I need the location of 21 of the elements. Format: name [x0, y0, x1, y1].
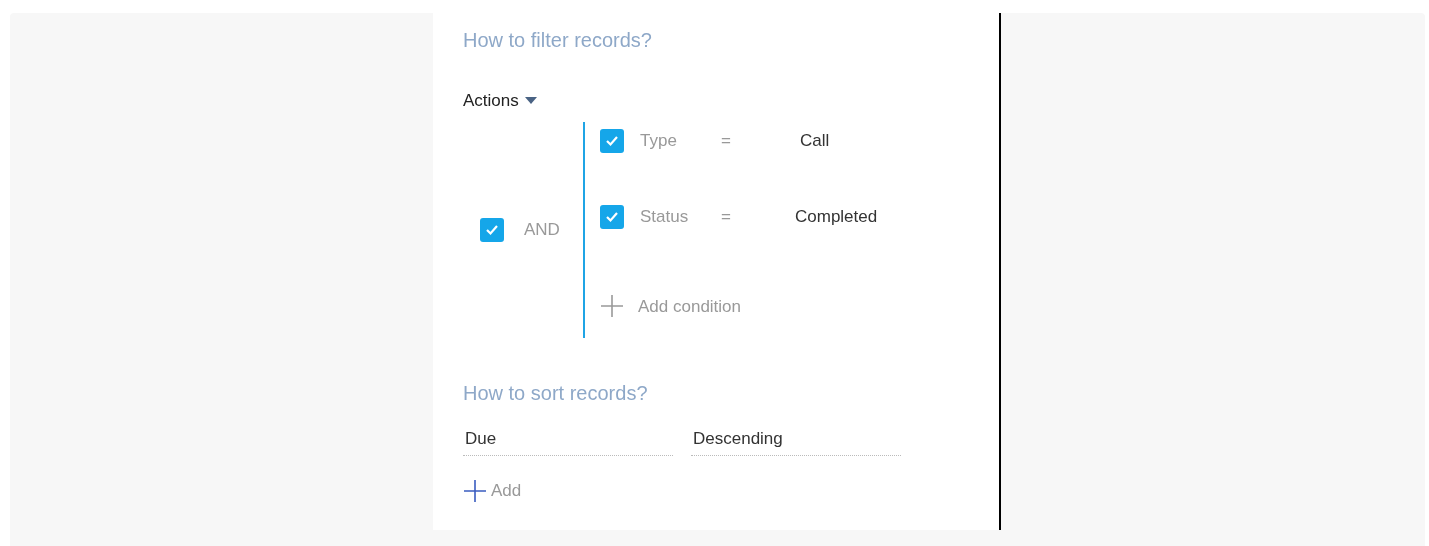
checkbox[interactable] — [600, 128, 624, 153]
condition-operator: = — [721, 129, 732, 152]
condition-value: Completed — [795, 205, 878, 228]
plus-icon — [600, 294, 624, 319]
checkbox[interactable] — [480, 217, 504, 242]
sort-direction-field[interactable]: Descending — [691, 421, 901, 456]
check-icon — [605, 210, 619, 223]
condition-column: Status — [640, 203, 721, 230]
check-icon — [485, 223, 499, 236]
section-heading: How to filter records? — [463, 28, 653, 53]
sort-column-field[interactable]: Due — [463, 421, 673, 456]
actions-dropdown[interactable]: Actions — [463, 88, 537, 114]
check-icon — [605, 134, 619, 147]
group-operator: AND — [524, 218, 560, 241]
checkbox[interactable] — [600, 204, 624, 229]
condition-operator: = — [721, 205, 732, 228]
caret-icon — [524, 97, 537, 105]
condition-value: Call — [800, 129, 830, 152]
plus-icon — [463, 478, 487, 503]
condition-column: Type — [640, 127, 721, 154]
section-heading: How to sort records? — [463, 380, 649, 406]
